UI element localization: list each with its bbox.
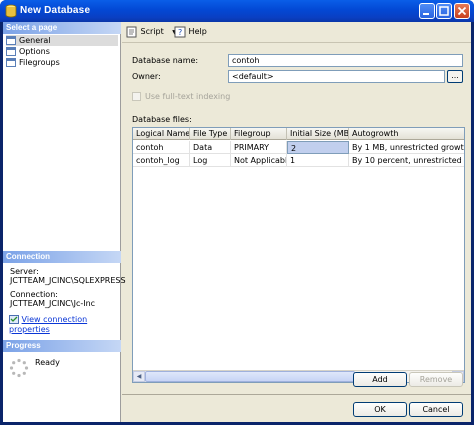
script-icon bbox=[126, 26, 137, 37]
page-icon bbox=[6, 47, 16, 56]
footer-divider bbox=[122, 394, 471, 395]
connection-header: Connection bbox=[3, 251, 121, 263]
fulltext-label: Use full-text indexing bbox=[145, 92, 231, 101]
close-icon bbox=[457, 6, 467, 16]
toolbar-divider bbox=[122, 42, 471, 43]
dialog-client-area: Select a page General Options Filegroups… bbox=[3, 22, 471, 422]
table-header-row: Logical Name File Type Filegroup Initial… bbox=[133, 128, 464, 140]
column-header-filegroup[interactable]: Filegroup bbox=[231, 128, 287, 140]
new-database-window: New Database Select a page General Optio… bbox=[0, 0, 474, 425]
svg-text:?: ? bbox=[178, 28, 182, 37]
database-files-label: Database files: bbox=[132, 115, 192, 124]
maximize-icon bbox=[439, 6, 449, 16]
select-page-header: Select a page bbox=[3, 22, 121, 34]
database-files-table: Logical Name File Type Filegroup Initial… bbox=[132, 127, 465, 383]
script-label: Script bbox=[140, 27, 164, 36]
help-label: Help bbox=[188, 27, 207, 36]
left-pane: Select a page General Options Filegroups… bbox=[3, 22, 126, 422]
browse-owner-button[interactable]: ... bbox=[447, 70, 463, 83]
progress-spinner-icon bbox=[9, 358, 29, 378]
table-row[interactable]: contoh Data PRIMARY 2 By 1 MB, unrestric… bbox=[133, 141, 464, 154]
page-item-label: Filegroups bbox=[19, 58, 60, 67]
cell-autogrowth[interactable]: By 10 percent, unrestricted growth bbox=[349, 154, 464, 167]
minimize-button[interactable] bbox=[419, 3, 435, 19]
window-title: New Database bbox=[20, 5, 91, 16]
column-header-logical-name[interactable]: Logical Name bbox=[133, 128, 190, 140]
remove-button[interactable]: Remove bbox=[409, 372, 463, 387]
page-icon bbox=[6, 36, 16, 45]
add-button[interactable]: Add bbox=[353, 372, 407, 387]
cell-file-type[interactable]: Log bbox=[190, 154, 231, 167]
cell-filegroup[interactable]: Not Applicable bbox=[231, 154, 287, 167]
view-connection-link[interactable]: View connection properties bbox=[9, 315, 87, 334]
cell-logical-name[interactable]: contoh_log bbox=[133, 154, 190, 167]
cell-filegroup[interactable]: PRIMARY bbox=[231, 141, 287, 154]
close-button[interactable] bbox=[454, 3, 470, 19]
page-item-label: Options bbox=[19, 47, 50, 56]
minimize-icon bbox=[423, 13, 429, 15]
cell-file-type[interactable]: Data bbox=[190, 141, 231, 154]
progress-status: Ready bbox=[35, 358, 60, 367]
ok-button[interactable]: OK bbox=[353, 402, 407, 417]
column-header-initial-size[interactable]: Initial Size (MB) bbox=[287, 128, 349, 140]
cell-initial-size[interactable]: 2 bbox=[287, 141, 349, 154]
page-item-options[interactable]: Options bbox=[6, 46, 118, 57]
help-icon: ? bbox=[174, 26, 186, 37]
maximize-button[interactable] bbox=[436, 3, 452, 19]
progress-header: Progress bbox=[3, 340, 121, 352]
owner-field[interactable]: <default> bbox=[228, 70, 445, 83]
properties-icon bbox=[9, 315, 19, 324]
database-name-field[interactable]: contoh bbox=[228, 54, 463, 67]
page-item-label: General bbox=[19, 36, 51, 45]
page-item-general[interactable]: General bbox=[6, 35, 118, 46]
server-value: JCTTEAM_JCINC\SQLEXPRESS bbox=[10, 276, 126, 285]
database-icon bbox=[5, 4, 17, 18]
help-button[interactable]: ? Help bbox=[174, 25, 207, 39]
column-header-file-type[interactable]: File Type bbox=[190, 128, 231, 140]
owner-label: Owner: bbox=[132, 72, 161, 81]
table-row[interactable]: contoh_log Log Not Applicable 1 By 10 pe… bbox=[133, 154, 464, 167]
scrollbar-thumb[interactable] bbox=[145, 371, 355, 382]
page-item-filegroups[interactable]: Filegroups bbox=[6, 57, 118, 68]
scroll-left-icon[interactable]: ◀ bbox=[133, 371, 145, 382]
toolbar: Script ▼ ? Help bbox=[122, 22, 471, 42]
script-button[interactable]: Script ▼ bbox=[126, 25, 177, 39]
checkbox-box[interactable] bbox=[132, 92, 141, 101]
connection-value: JCTTEAM_JCINC\Jc-Inc bbox=[10, 299, 96, 308]
view-connection-properties[interactable]: View connection properties bbox=[9, 315, 120, 335]
title-bar[interactable]: New Database bbox=[0, 0, 474, 22]
right-pane: Script ▼ ? Help Database name: contoh Ow… bbox=[122, 22, 471, 394]
cell-initial-size[interactable]: 1 bbox=[287, 154, 349, 167]
cell-autogrowth[interactable]: By 1 MB, unrestricted growth bbox=[349, 141, 464, 154]
database-name-label: Database name: bbox=[132, 56, 199, 65]
cell-logical-name[interactable]: contoh bbox=[133, 141, 190, 154]
page-icon bbox=[6, 58, 16, 67]
column-header-autogrowth[interactable]: Autogrowth bbox=[349, 128, 464, 140]
cancel-button[interactable]: Cancel bbox=[409, 402, 463, 417]
